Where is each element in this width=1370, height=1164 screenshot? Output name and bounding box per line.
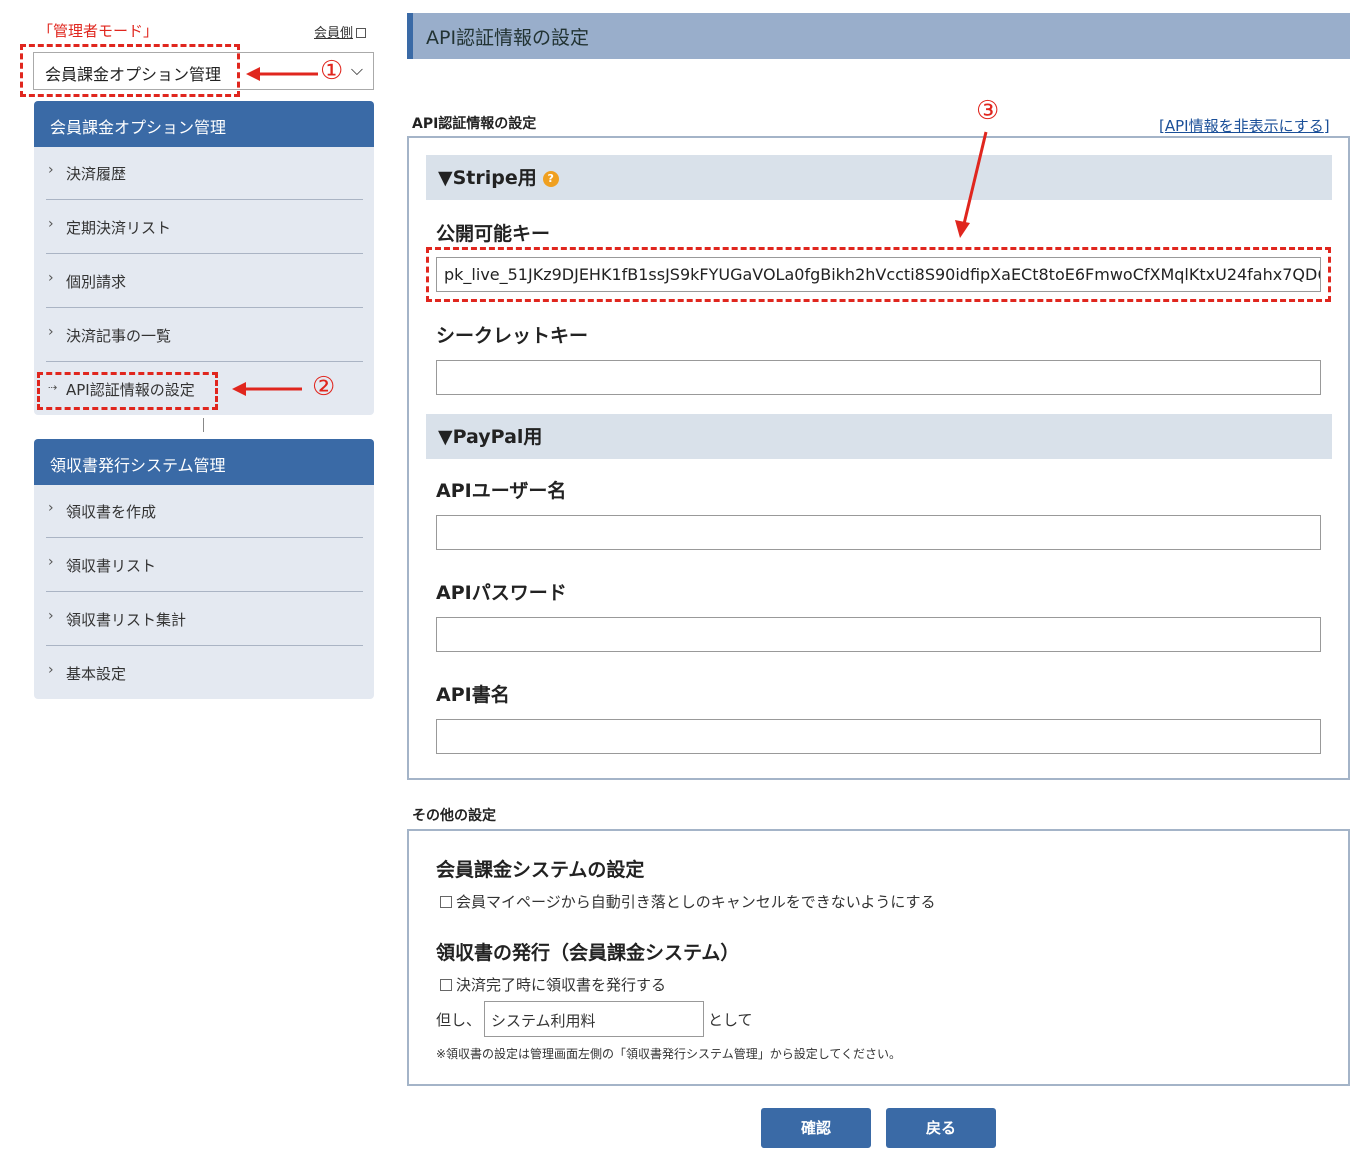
annotation-number-2: ②: [312, 372, 336, 402]
nav-block-billing: 会員課金オプション管理 › 決済履歴 › 定期決済リスト › 個別請求 › 決済記事の一…: [34, 101, 374, 415]
receipt-note: ※領収書の設定は管理画面左側の「領収書発行システム管理」から設定してください。: [436, 1047, 901, 1061]
stripe-section-header: ▼Stripe用?: [426, 155, 1332, 200]
chevron-down-icon: ⌵: [350, 60, 363, 79]
nav-item-receipt-list[interactable]: › 領収書リスト: [46, 539, 363, 592]
cancel-checkbox-row[interactable]: 会員マイページから自動引き落としのキャンセルをできないようにする: [440, 891, 936, 912]
publishable-key-label: 公開可能キー: [436, 223, 551, 245]
annotation-number-1: ①: [320, 56, 344, 86]
api-section-label: API認証情報の設定: [412, 116, 537, 132]
annotation-box-3: [426, 247, 1331, 302]
nav-item-individual-billing[interactable]: › 個別請求: [46, 255, 363, 308]
back-button[interactable]: 戻る: [886, 1108, 996, 1148]
api-user-input[interactable]: [436, 515, 1321, 550]
member-system-heading: 会員課金システムの設定: [436, 859, 645, 881]
receipt-checkbox-label: 決済完了時に領収書を発行する: [456, 976, 667, 994]
member-side-link[interactable]: 会員側: [314, 22, 367, 41]
api-password-input[interactable]: [436, 617, 1321, 652]
other-section-label: その他の設定: [412, 808, 496, 824]
nav-item-recurring-list[interactable]: › 定期決済リスト: [46, 201, 363, 254]
confirm-button[interactable]: 確認: [761, 1108, 871, 1148]
receipt-checkbox-row[interactable]: 決済完了時に領収書を発行する: [440, 974, 666, 995]
member-side-link-label: 会員側: [314, 26, 354, 41]
nav-item-payment-history[interactable]: › 決済履歴: [46, 147, 363, 200]
help-icon[interactable]: ?: [542, 170, 559, 187]
nav-item-receipt-summary[interactable]: › 領収書リスト集計: [46, 593, 363, 646]
receipt-heading: 領収書の発行（会員課金システム）: [436, 942, 740, 964]
toshite-label: として: [708, 1011, 753, 1029]
divider: [203, 418, 204, 432]
api-password-label: APIパスワード: [436, 582, 567, 604]
page-title: API認証情報の設定: [407, 13, 1350, 59]
cancel-checkbox[interactable]: [440, 896, 452, 908]
tadashi-input[interactable]: システム利用料: [484, 1001, 704, 1037]
nav-item-payment-articles[interactable]: › 決済記事の一覧: [46, 309, 363, 362]
secret-key-label: シークレットキー: [436, 325, 589, 347]
annotation-arrow-3: [955, 131, 988, 238]
hide-api-info-link[interactable]: [API情報を非表示にする]: [1159, 115, 1330, 136]
annotation-arrow-1: [246, 67, 318, 81]
annotation-box-1: [20, 44, 240, 97]
tadashi-label: 但し、: [436, 1011, 482, 1029]
annotation-number-3: ③: [976, 96, 1000, 126]
nav-block-billing-title: 会員課金オプション管理: [34, 101, 374, 147]
nav-block-receipt: 領収書発行システム管理 › 領収書を作成 › 領収書リスト › 領収書リスト集計 › 基…: [34, 439, 374, 699]
admin-mode-label: 「管理者モード」: [38, 22, 159, 40]
nav-item-basic-settings[interactable]: › 基本設定: [46, 647, 363, 699]
api-signature-input[interactable]: [436, 719, 1321, 754]
receipt-checkbox[interactable]: [440, 979, 452, 991]
paypal-section-header: ▼PayPal用: [426, 414, 1332, 459]
cancel-checkbox-label: 会員マイページから自動引き落としのキャンセルをできないようにする: [456, 893, 936, 911]
annotation-box-2: [37, 372, 218, 410]
api-signature-label: API書名: [436, 684, 510, 706]
api-user-label: APIユーザー名: [436, 480, 567, 502]
annotation-arrow-2: [232, 382, 302, 396]
external-link-icon: [356, 28, 367, 38]
nav-item-create-receipt[interactable]: › 領収書を作成: [46, 485, 363, 538]
nav-block-receipt-title: 領収書発行システム管理: [34, 439, 374, 485]
secret-key-input[interactable]: [436, 360, 1321, 395]
